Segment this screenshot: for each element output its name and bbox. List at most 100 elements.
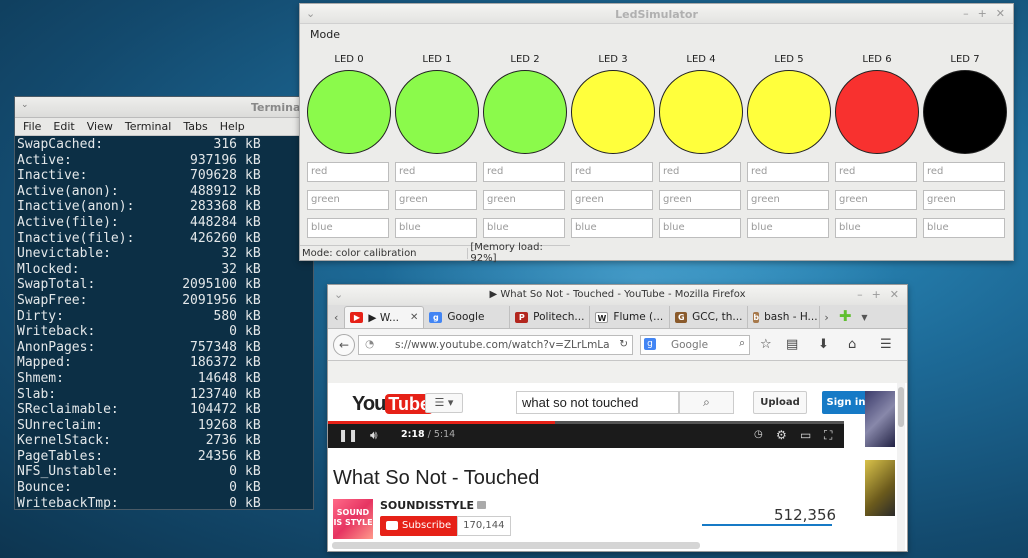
terminal-line: SwapCached: 316 kB	[17, 137, 313, 153]
scrollbar-thumb[interactable]	[898, 387, 904, 427]
volume-icon[interactable]: 🔊︎	[370, 428, 378, 443]
menu-edit[interactable]: Edit	[51, 120, 81, 133]
video-player-controls[interactable]: ❚❚ 🔊︎ 2:18 / 5:14 ◷ ⚙ ▭ ⛶	[328, 421, 844, 448]
firefox-titlebar[interactable]: ⌄ ▶ What So Not - Touched - YouTube - Mo…	[328, 285, 907, 305]
new-tab-icon[interactable]: ✚	[833, 307, 858, 328]
firefox-window[interactable]: ⌄ ▶ What So Not - Touched - YouTube - Mo…	[327, 284, 908, 552]
green-input[interactable]: green	[571, 190, 653, 210]
close-icon[interactable]: ✕	[996, 7, 1005, 20]
tab-scroll-right-icon[interactable]: ›	[820, 311, 832, 328]
blue-input[interactable]: blue	[395, 218, 477, 238]
menu-help[interactable]: Help	[218, 120, 252, 133]
led-label: LED 2	[510, 54, 540, 65]
green-input[interactable]: green	[483, 190, 565, 210]
settings-gear-icon[interactable]: ⚙	[776, 428, 787, 442]
browser-tab[interactable]: ▶ ▶ W... ✕	[344, 306, 425, 328]
video-progress-bar[interactable]	[328, 421, 844, 424]
minimize-icon[interactable]: –	[857, 288, 863, 301]
bookmarks-menu-icon[interactable]: ▤	[786, 337, 798, 352]
blue-input[interactable]: blue	[835, 218, 917, 238]
minimize-icon[interactable]: –	[963, 7, 969, 20]
identity-icon[interactable]: ◔	[365, 338, 374, 350]
ledsimulator-window[interactable]: ⌄ LedSimulator – + ✕ Mode LED 0 red green b…	[299, 3, 1014, 264]
browser-tab[interactable]: W Flume (...	[590, 306, 671, 328]
blue-input[interactable]: blue	[747, 218, 829, 238]
browser-tab[interactable]: g Google	[424, 306, 511, 328]
terminal-window[interactable]: ⌄ Terminal File Edit View Terminal Tabs …	[14, 96, 314, 510]
menu-terminal[interactable]: Terminal	[123, 120, 179, 133]
google-search-engine-icon[interactable]: g	[644, 338, 656, 350]
meminfo-key: SUnreclaim:	[17, 417, 104, 433]
green-input[interactable]: green	[659, 190, 741, 210]
watch-later-icon[interactable]: ◷	[754, 429, 763, 440]
red-input[interactable]: red	[747, 162, 829, 182]
back-button[interactable]: ←	[333, 334, 355, 356]
home-icon[interactable]: ⌂	[848, 337, 856, 352]
terminal-line: SUnreclaim: 19268 kB	[17, 418, 313, 434]
sign-in-button[interactable]: Sign in	[822, 391, 870, 414]
subscribe-button[interactable]: Subscribe	[380, 516, 458, 536]
red-input[interactable]: red	[835, 162, 917, 182]
related-video-thumbnail[interactable]	[865, 391, 895, 447]
youtube-search-input[interactable]: what so not touched	[516, 391, 679, 414]
terminal-titlebar[interactable]: ⌄ Terminal	[15, 97, 313, 118]
downloads-icon[interactable]: ⬇	[818, 337, 829, 352]
horizontal-scrollbar[interactable]	[332, 542, 700, 549]
channel-name[interactable]: SOUNDISSTYLE	[380, 499, 486, 512]
led-label: LED 3	[598, 54, 628, 65]
pause-icon[interactable]: ❚❚	[338, 428, 358, 442]
browser-tab[interactable]: P Politech...	[510, 306, 591, 328]
bookmark-star-icon[interactable]: ☆	[760, 337, 772, 352]
blue-input[interactable]: blue	[571, 218, 653, 238]
red-input[interactable]: red	[483, 162, 565, 182]
maximize-icon[interactable]: +	[978, 7, 987, 20]
tab-close-icon[interactable]: ✕	[410, 312, 418, 323]
red-input[interactable]: red	[395, 162, 477, 182]
channel-avatar[interactable]: SOUND IS STYLE	[333, 499, 373, 539]
green-input[interactable]: green	[307, 190, 389, 210]
theater-mode-icon[interactable]: ▭	[800, 428, 811, 442]
meminfo-key: Active(anon):	[17, 183, 119, 199]
blue-input[interactable]: blue	[923, 218, 1005, 238]
upload-button[interactable]: Upload	[753, 391, 807, 414]
url-bar[interactable]: ◔ s://www.youtube.com/watch?v=ZLrLmLa ↻	[358, 335, 633, 355]
menu-file[interactable]: File	[21, 120, 48, 133]
close-icon[interactable]: ✕	[890, 288, 899, 301]
red-input[interactable]: red	[659, 162, 741, 182]
fullscreen-icon[interactable]: ⛶	[824, 428, 832, 443]
reload-icon[interactable]: ↻	[619, 338, 628, 350]
green-input[interactable]: green	[747, 190, 829, 210]
browser-tab[interactable]: b bash - H...	[748, 306, 821, 328]
meminfo-unit: kB	[245, 199, 261, 215]
subscribe-widget: Subscribe 170,144	[380, 516, 511, 536]
guide-menu-button[interactable]: ☰ ▾	[425, 393, 463, 413]
terminal-output[interactable]: SwapCached: 316 kB Active: 937196 kB Inactive:…	[15, 136, 313, 509]
red-input[interactable]: red	[923, 162, 1005, 182]
menu-view[interactable]: View	[85, 120, 120, 133]
ledsimulator-titlebar[interactable]: ⌄ LedSimulator – + ✕	[300, 4, 1013, 24]
maximize-icon[interactable]: +	[872, 288, 881, 301]
red-input[interactable]: red	[307, 162, 389, 182]
mode-menu[interactable]: Mode	[310, 28, 340, 41]
green-input[interactable]: green	[835, 190, 917, 210]
terminal-line: Shmem: 14648 kB	[17, 371, 313, 387]
search-icon[interactable]: ⌕	[739, 337, 745, 350]
youtube-page[interactable]: YouTubePL ☰ ▾ what so not touched ⌕ Uplo…	[328, 383, 907, 551]
red-input[interactable]: red	[571, 162, 653, 182]
search-bar[interactable]: g Google ⌕	[640, 335, 750, 355]
blue-input[interactable]: blue	[307, 218, 389, 238]
menu-tabs[interactable]: Tabs	[181, 120, 214, 133]
green-input[interactable]: green	[923, 190, 1005, 210]
vertical-scrollbar[interactable]	[897, 383, 905, 551]
tab-scroll-left-icon[interactable]: ‹	[330, 311, 344, 328]
green-input[interactable]: green	[395, 190, 477, 210]
hamburger-menu-icon[interactable]: ☰	[880, 337, 892, 352]
related-video-thumbnail[interactable]	[865, 460, 895, 516]
browser-tab[interactable]: G GCC, th...	[670, 306, 749, 328]
youtube-search-button[interactable]: ⌕	[679, 391, 734, 414]
blue-input[interactable]: blue	[659, 218, 741, 238]
led-indicator	[571, 70, 655, 154]
window-menu-icon[interactable]: ⌄	[21, 100, 29, 110]
tab-list-icon[interactable]: ▼	[857, 313, 871, 328]
blue-input[interactable]: blue	[483, 218, 565, 238]
